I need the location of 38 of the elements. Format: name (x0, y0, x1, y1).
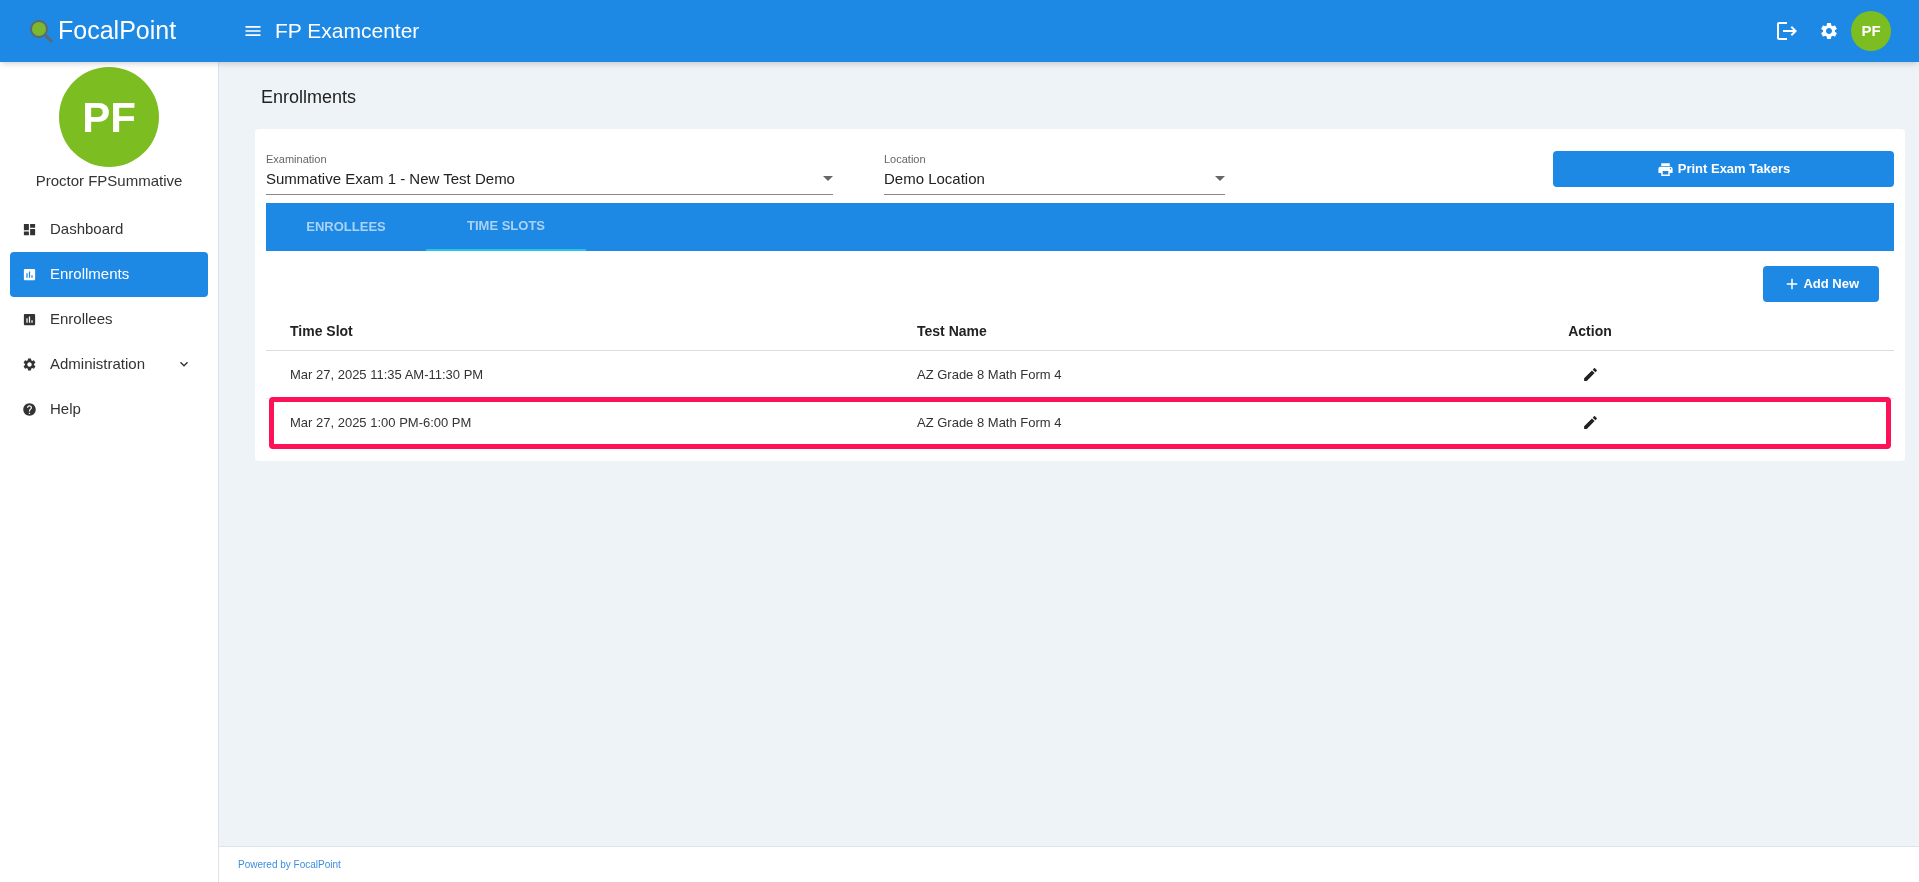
settings-icon[interactable] (1819, 21, 1839, 41)
column-header: Action (1567, 321, 1613, 341)
select-field[interactable]: Location Demo Location (884, 151, 1225, 195)
bar-chart-icon (22, 266, 37, 282)
printer-icon (1656, 160, 1674, 178)
page-title: Enrollments (261, 86, 358, 109)
dropdown-caret-icon (1215, 176, 1225, 182)
sidebar-item[interactable]: Help (10, 386, 208, 432)
table-cell-text: AZ Grade 8 Math Form 4 (917, 413, 1063, 432)
tab[interactable]: ENROLLEES (266, 203, 426, 251)
edit-icon[interactable] (1581, 366, 1599, 383)
help-icon (22, 401, 37, 417)
dropdown-caret-icon (823, 176, 833, 182)
table-cell-text: Mar 27, 2025 11:35 AM-11:30 PM (289, 365, 485, 384)
sidebar-item[interactable]: Enrollees (10, 296, 208, 342)
sidebar-item[interactable]: Enrollments (10, 251, 208, 297)
logout-icon[interactable] (1775, 19, 1799, 43)
tab[interactable]: TIME SLOTS (426, 203, 586, 251)
print-button[interactable]: Print Exam Takers (1553, 151, 1894, 187)
dashboard-icon (22, 221, 37, 237)
add-new-button[interactable]: Add New (1763, 266, 1879, 302)
column-header: Test Name (917, 321, 988, 341)
user-name: Proctor FPSummative (35, 171, 183, 191)
sidebar-item[interactable]: Administration (10, 341, 208, 387)
user-avatar[interactable]: PF (1851, 11, 1891, 51)
table-cell-text: AZ Grade 8 Math Form 4 (917, 365, 1063, 384)
select-field[interactable]: Examination Summative Exam 1 - New Test Demo (266, 151, 833, 195)
app-title: FP Examcenter (275, 18, 420, 45)
footer-link[interactable]: Powered by FocalPoint (238, 857, 341, 872)
column-header: Time Slot (289, 321, 354, 341)
bar-chart-icon (22, 311, 37, 327)
table-cell-text: Mar 27, 2025 1:00 PM-6:00 PM (289, 413, 473, 432)
sidebar-item[interactable]: Dashboard (10, 206, 208, 252)
gear-icon (22, 356, 37, 372)
edit-icon[interactable] (1581, 414, 1599, 431)
profile-avatar: PF (59, 67, 159, 167)
brand-name: FocalPoint (58, 15, 178, 47)
magnifier-logo-icon (28, 18, 54, 44)
